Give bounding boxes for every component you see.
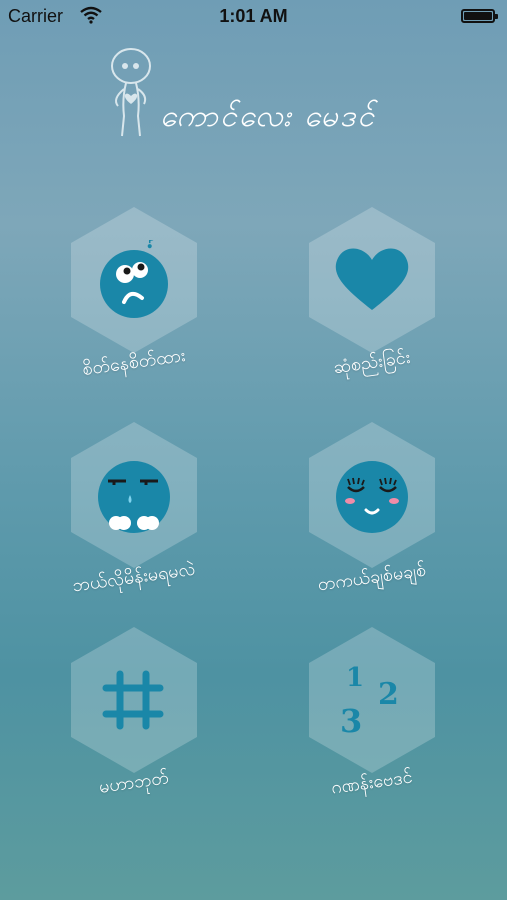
battery-icon xyxy=(461,9,498,23)
heart-icon xyxy=(335,248,409,310)
svg-text:2: 2 xyxy=(378,677,399,712)
menu-tile-numerology[interactable]: 1 2 3 ဂဏန်းဗေဒင် xyxy=(297,625,447,800)
svg-text:1: 1 xyxy=(346,663,364,693)
blushing-face-icon xyxy=(336,461,408,533)
svg-text:3: 3 xyxy=(340,702,362,740)
menu-tile-mahabote[interactable]: မဟာဘုတ် xyxy=(59,625,209,800)
menu-tile-love[interactable]: တကယ်ချစ်မချစ် xyxy=(297,420,447,595)
menu-tile-mood[interactable]: ? စိတ်နေစိတ်ထား xyxy=(59,205,209,380)
crying-face-icon xyxy=(98,461,170,533)
app-title: ကောင်လေး မေဒင် xyxy=(160,99,376,134)
confused-face-icon: ? xyxy=(100,240,168,318)
status-bar: Carrier 1:01 AM xyxy=(0,0,507,34)
status-time: 1:01 AM xyxy=(219,6,288,26)
menu-tile-meeting[interactable]: ဆုံစည်းခြင်း xyxy=(297,205,447,380)
hashtag-icon xyxy=(102,670,164,730)
numbers-icon: 1 2 3 xyxy=(340,663,399,740)
logo-figure-icon xyxy=(111,48,151,137)
svg-text:?: ? xyxy=(144,240,157,254)
menu-tile-wife[interactable]: ဘယ်လိုမိန်းမရမလဲ xyxy=(59,420,209,597)
